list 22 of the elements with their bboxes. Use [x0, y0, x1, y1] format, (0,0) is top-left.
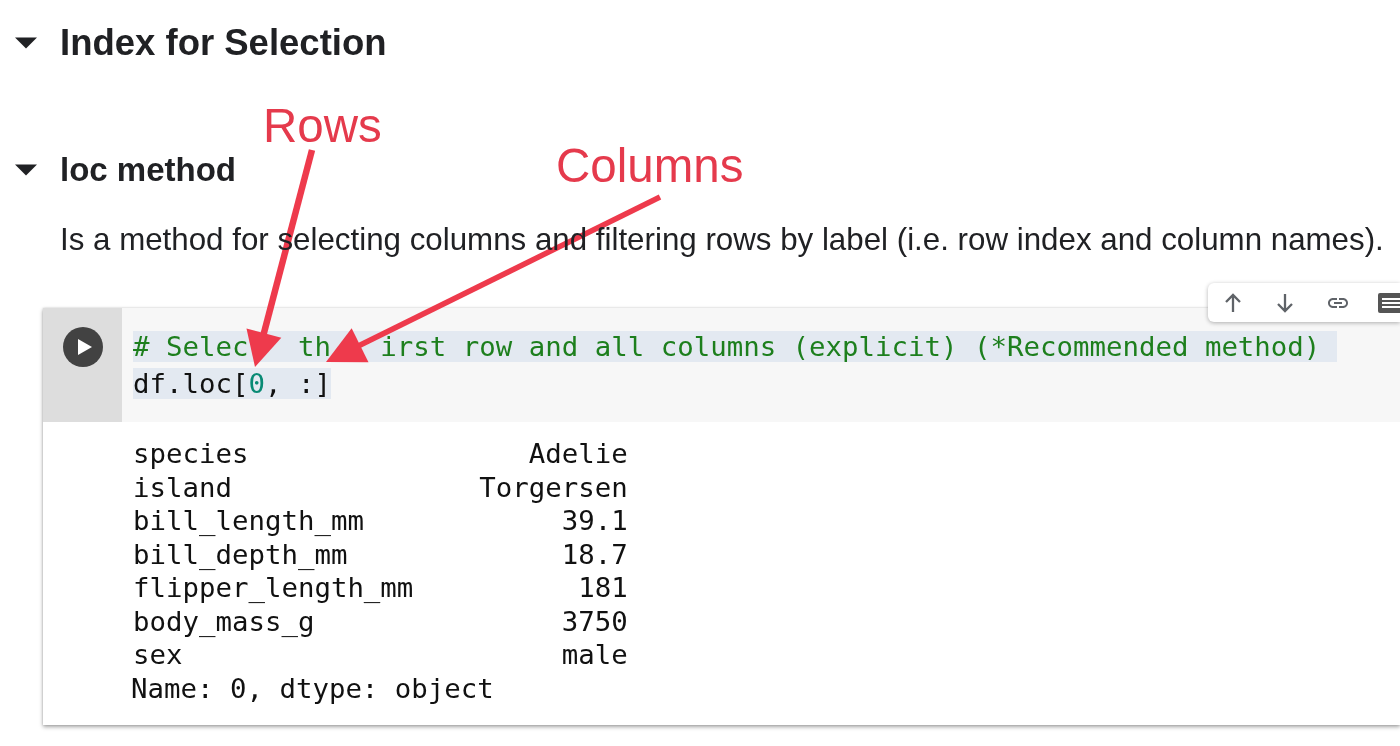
- output-value: 181: [578, 571, 628, 605]
- section-heading: Index for Selection: [60, 21, 387, 65]
- lines-icon[interactable]: [1378, 291, 1400, 314]
- annotation-label: Columns: [556, 140, 744, 192]
- output-value: 39.1: [561, 504, 628, 538]
- run-button[interactable]: [62, 327, 103, 367]
- output-label: species: [133, 437, 249, 471]
- section-heading: loc method: [60, 150, 236, 190]
- output-footer: Name: 0, dtype: object: [131, 671, 494, 705]
- annotation-label: Rows: [263, 100, 382, 152]
- output-label: sex: [133, 638, 183, 672]
- output-value: 3750: [561, 604, 628, 638]
- output-label: body_mass_g: [133, 604, 315, 638]
- play-icon: [77, 339, 92, 355]
- output-value: 18.7: [561, 537, 628, 571]
- output-label: island: [133, 470, 232, 504]
- output-label: flipper_length_mm: [133, 571, 414, 605]
- output-value: Torgersen: [479, 470, 628, 504]
- output-label: bill_depth_mm: [133, 537, 348, 571]
- output-value: male: [561, 638, 628, 672]
- output-value: Adelie: [528, 437, 628, 471]
- output-label: bill_length_mm: [133, 504, 364, 538]
